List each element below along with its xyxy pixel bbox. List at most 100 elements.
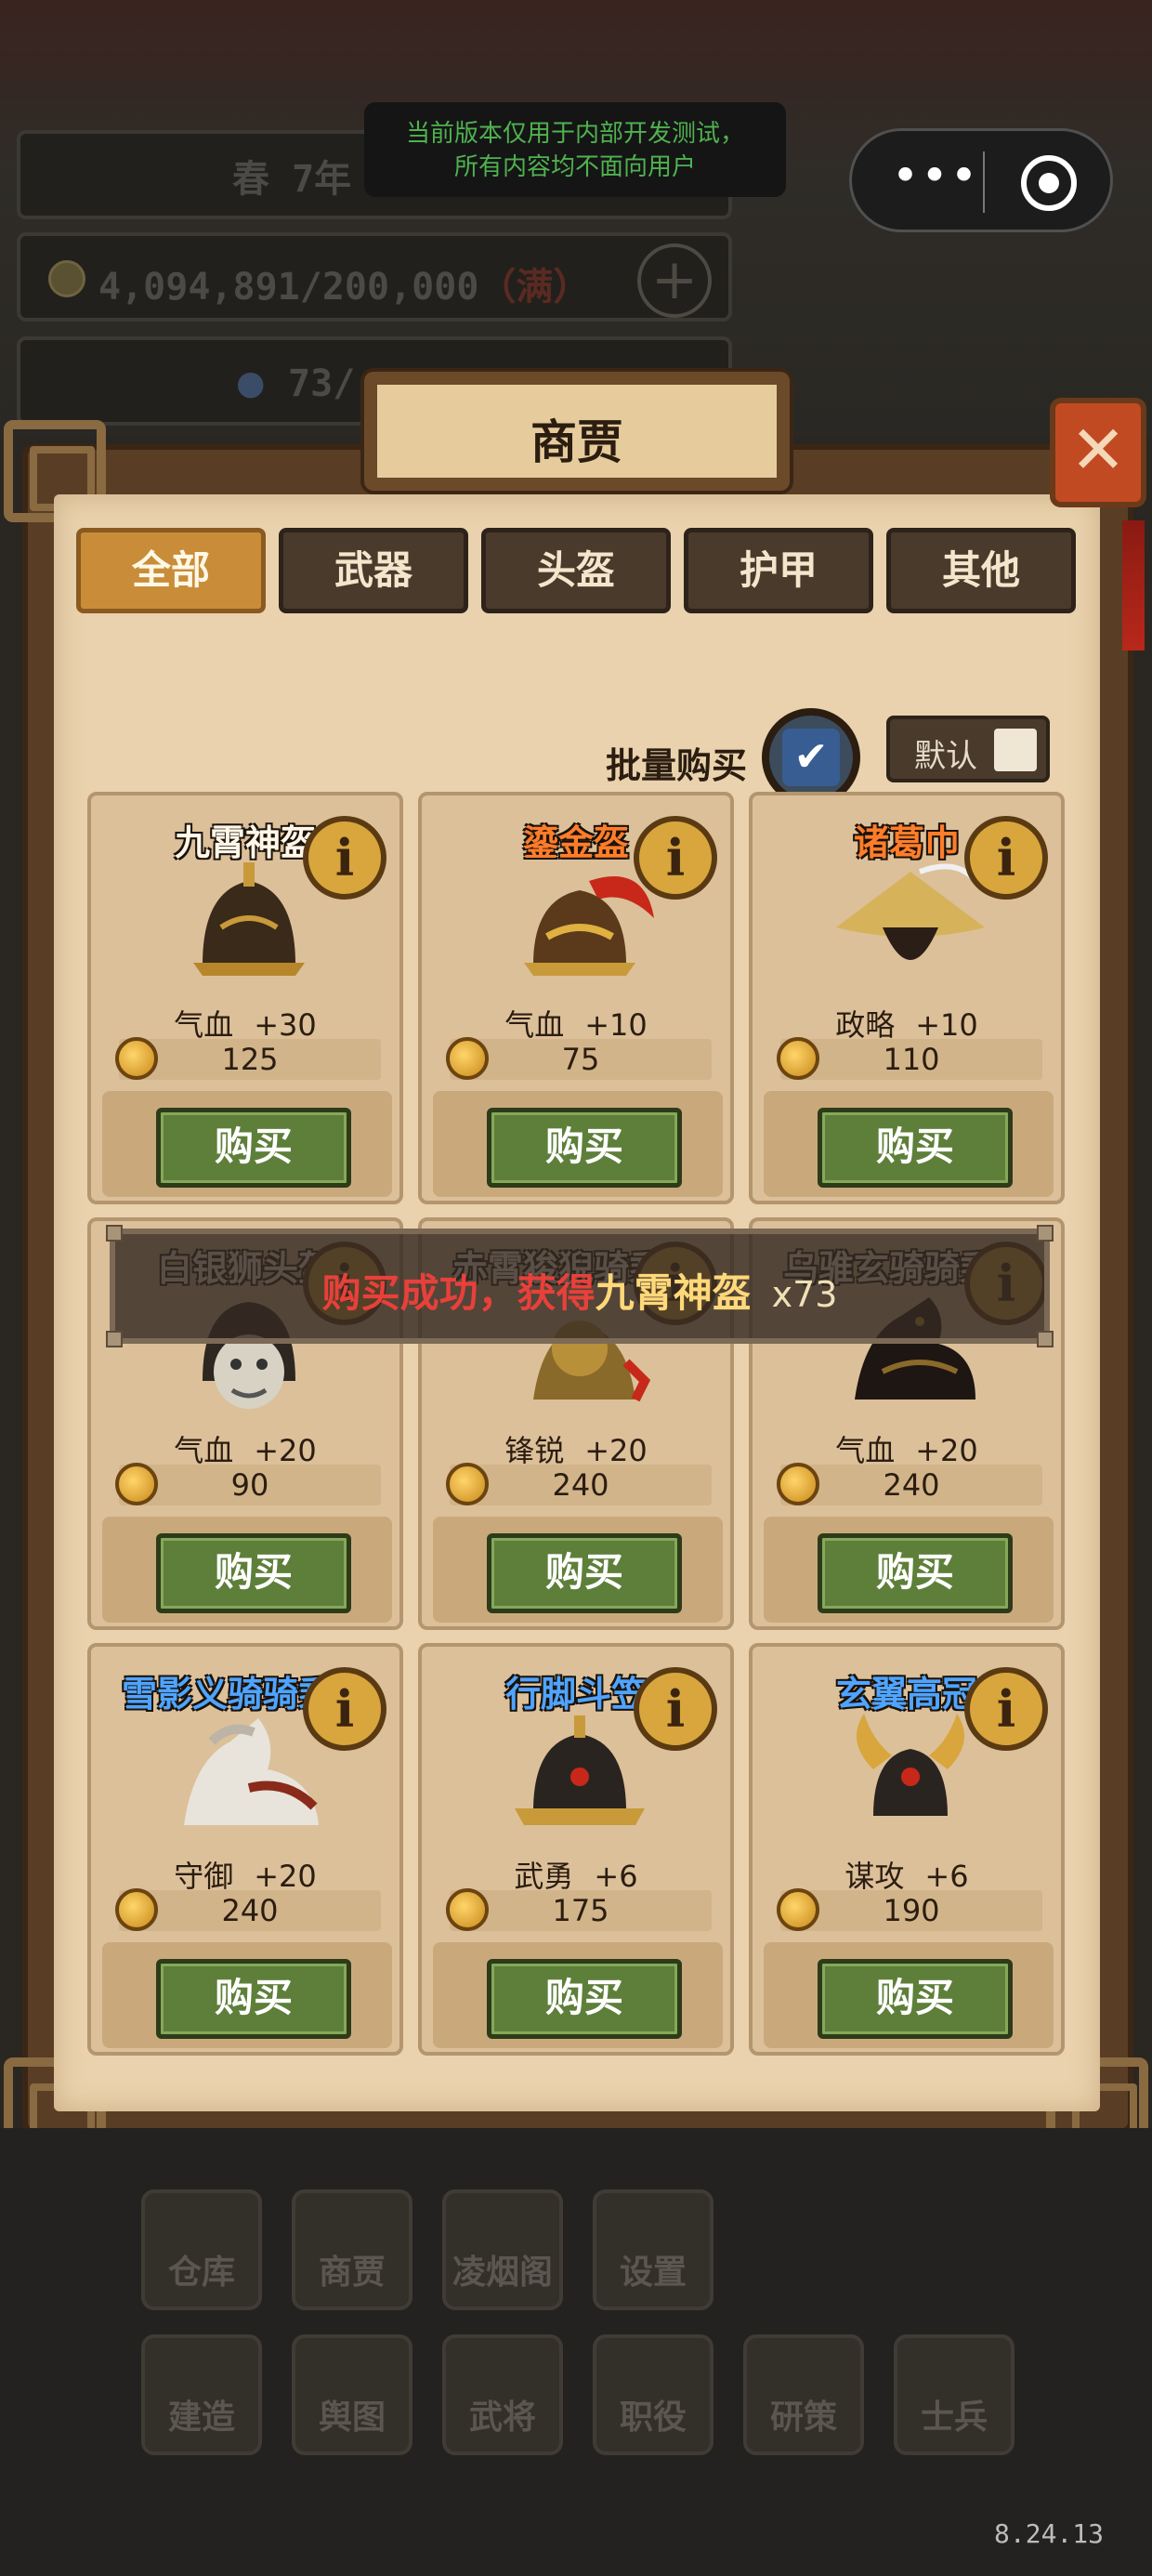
menu-map-button[interactable]: 舆图 <box>292 2334 412 2455</box>
toast-item-name: 九霄神盔 <box>595 1270 752 1316</box>
version-label: 8.24.13 <box>994 2518 1105 2549</box>
stat-value: +10 <box>584 1007 648 1043</box>
item-price: 190 <box>780 1890 1042 1931</box>
menu-label: 建造 <box>167 2399 235 2437</box>
info-icon[interactable]: i <box>303 816 386 900</box>
toast-message: 购买成功，获得 <box>321 1270 596 1316</box>
menu-label: 凌烟阁 <box>452 2254 553 2292</box>
buy-button[interactable]: 购买 <box>487 1108 682 1188</box>
menu-gear-button[interactable]: 设置 <box>593 2189 713 2310</box>
more-menu-icon[interactable]: ••• <box>889 152 982 204</box>
coin-icon <box>115 1037 158 1080</box>
menu-soldiers-button[interactable]: 士兵 <box>894 2334 1015 2455</box>
stat-value: +30 <box>254 1007 317 1043</box>
stat-value: +20 <box>254 1433 317 1468</box>
shop-title: 商贾 <box>530 415 623 469</box>
info-icon[interactable]: i <box>303 1667 386 1751</box>
menu-worker-button[interactable]: 职役 <box>593 2334 713 2455</box>
info-icon[interactable]: i <box>634 1667 717 1751</box>
item-card: 九霄神盔 i 气血 +30 125 购买 <box>87 792 403 1204</box>
coin-icon <box>446 1888 489 1931</box>
coin-icon <box>777 1888 819 1931</box>
batch-buy-label: 批量购买 <box>606 745 748 786</box>
tab-armor[interactable]: 护甲 <box>684 528 873 613</box>
sort-toggle[interactable]: 默认 <box>886 716 1050 782</box>
buy-button[interactable]: 购买 <box>818 1108 1013 1188</box>
dev-notice-line1: 当前版本仅用于内部开发测试， <box>405 120 744 148</box>
title-board: 商贾 <box>364 372 790 491</box>
stat-value: +20 <box>915 1433 978 1468</box>
info-icon[interactable]: i <box>634 816 717 900</box>
tab-other[interactable]: 其他 <box>886 528 1076 613</box>
buy-button[interactable]: 购买 <box>487 1959 682 2039</box>
coin-icon <box>115 1463 158 1505</box>
stat-name: 守御 <box>174 1859 234 1894</box>
item-price: 240 <box>780 1465 1042 1505</box>
item-price: 110 <box>780 1039 1042 1080</box>
item-price: 240 <box>119 1890 381 1931</box>
stat-name: 气血 <box>504 1007 565 1043</box>
menu-label: 职役 <box>619 2399 687 2437</box>
capsule-divider <box>983 151 985 213</box>
coin-icon <box>446 1037 489 1080</box>
menu-label: 商贾 <box>318 2254 386 2292</box>
buy-button[interactable]: 购买 <box>818 1533 1013 1613</box>
coin-icon <box>777 1463 819 1505</box>
coin-icon <box>446 1463 489 1505</box>
item-card: 玄翼高冠 i 谋攻 +6 190 购买 <box>749 1643 1065 2056</box>
stat-name: 锋锐 <box>504 1433 565 1468</box>
dev-notice-line2: 所有内容均不面向用户 <box>453 153 696 181</box>
population-text: 73/ <box>288 362 356 405</box>
stat-name: 政略 <box>835 1007 896 1043</box>
purchase-toast: 购买成功，获得九霄神盔 x73 <box>106 1225 1054 1347</box>
toast-pin <box>106 1331 123 1347</box>
item-card: 行脚斗笠 i 武勇 +6 175 购买 <box>418 1643 734 2056</box>
stat-name: 气血 <box>174 1007 234 1043</box>
stat-name: 武勇 <box>514 1859 574 1894</box>
tab-helmets[interactable]: 头盔 <box>481 528 671 613</box>
menu-swords-button[interactable]: 凌烟阁 <box>442 2189 563 2310</box>
info-icon[interactable]: i <box>964 1667 1048 1751</box>
sort-checkbox[interactable] <box>994 729 1037 771</box>
item-card: 鎏金盔 i 气血 +10 75 购买 <box>418 792 734 1204</box>
toast-quantity: x73 <box>771 1274 838 1315</box>
coin-icon <box>115 1888 158 1931</box>
menu-hammer-button[interactable]: 建造 <box>141 2334 262 2455</box>
gold-coin-icon <box>48 260 85 297</box>
sort-label: 默认 <box>914 738 977 775</box>
tab-all[interactable]: 全部 <box>76 528 266 613</box>
buy-button[interactable]: 购买 <box>156 1533 351 1613</box>
item-card: 雪影义骑骑乘令 i 守御 +20 240 购买 <box>87 1643 403 2056</box>
toast-pin <box>106 1225 123 1242</box>
menu-scroll-button[interactable]: 研策 <box>743 2334 864 2455</box>
stat-value: +6 <box>594 1859 638 1894</box>
toast-pin <box>1037 1225 1054 1242</box>
close-miniprogram-icon[interactable] <box>1021 155 1077 211</box>
menu-label: 仓库 <box>167 2254 235 2292</box>
buy-button[interactable]: 购买 <box>156 1108 351 1188</box>
menu-label: 士兵 <box>920 2399 988 2437</box>
add-gold-button[interactable]: + <box>637 243 712 318</box>
coin-icon <box>777 1037 819 1080</box>
buy-button[interactable]: 购买 <box>487 1533 682 1613</box>
item-price: 75 <box>450 1039 712 1080</box>
close-button[interactable]: ✕ <box>1050 398 1146 507</box>
info-icon[interactable]: i <box>964 816 1048 900</box>
menu-warehouse-button[interactable]: 仓库 <box>141 2189 262 2310</box>
item-price: 125 <box>119 1039 381 1080</box>
stat-value: +20 <box>584 1433 648 1468</box>
menu-label: 设置 <box>619 2254 687 2292</box>
buy-button[interactable]: 购买 <box>818 1959 1013 2039</box>
menu-generals-button[interactable]: 武将 <box>442 2334 563 2455</box>
stat-name: 气血 <box>835 1433 896 1468</box>
menu-label: 舆图 <box>318 2399 386 2437</box>
tab-weapons[interactable]: 武器 <box>279 528 468 613</box>
item-card: 诸葛巾 i 政略 +10 110 购买 <box>749 792 1065 1204</box>
item-price: 90 <box>119 1465 381 1505</box>
stat-value: +10 <box>915 1007 978 1043</box>
tassel-decoration <box>1122 520 1145 651</box>
buy-button[interactable]: 购买 <box>156 1959 351 2039</box>
menu-shop-button[interactable]: 商贾 <box>292 2189 412 2310</box>
stat-value: +20 <box>254 1859 317 1894</box>
menu-label: 武将 <box>468 2399 536 2437</box>
